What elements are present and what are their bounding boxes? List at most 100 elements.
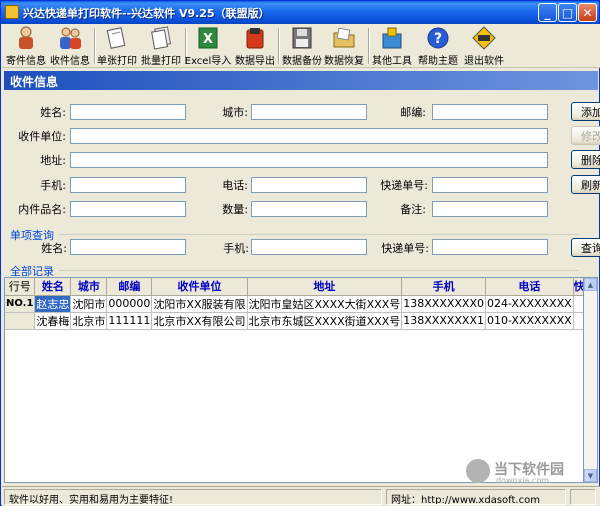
- watermark-subtext: downxia.com: [496, 476, 550, 485]
- column-header-address[interactable]: 地址: [247, 278, 403, 296]
- note-input[interactable]: [432, 201, 548, 217]
- table-row[interactable]: NO.1 赵志忠 沈阳市 000000 沈阳市XX服装有限 沈阳市皇姑区XXXX…: [5, 295, 583, 313]
- column-header-tracking[interactable]: 快递单号: [573, 278, 583, 296]
- folder-icon: [331, 26, 357, 50]
- column-header-company[interactable]: 收件单位: [151, 278, 248, 296]
- mobile-label: 手机:: [40, 179, 66, 192]
- vertical-scrollbar[interactable]: ▲ ▼: [584, 277, 598, 483]
- resize-grip[interactable]: [570, 489, 596, 505]
- column-header-mobile[interactable]: 手机: [401, 278, 486, 296]
- minimize-button[interactable]: _: [538, 3, 557, 22]
- app-icon: [5, 5, 19, 19]
- table-header-row: 行号 姓名 城市 邮编 收件单位 地址 手机 电话 快递单号: [5, 278, 583, 296]
- table-cell[interactable]: 010-XXXXXXXX: [485, 312, 574, 330]
- close-button[interactable]: ✕: [578, 3, 597, 22]
- column-header-city[interactable]: 城市: [70, 278, 108, 296]
- table-cell[interactable]: 沈阳市皇姑区XXXX大街XXX号: [247, 295, 403, 313]
- records-grid[interactable]: 行号 姓名 城市 邮编 收件单位 地址 手机 电话 快递单号 NO.1 赵志忠 …: [4, 277, 584, 483]
- table-cell[interactable]: 北京市东城区XXXX街道XXX号: [247, 312, 403, 330]
- excel-import-button[interactable]: X Excel导入: [185, 26, 231, 67]
- single-print-label: 单张打印: [97, 56, 137, 67]
- title-bar[interactable]: 兴达快递单打印软件--兴达软件 V9.25（联盟版） _ □ ✕: [1, 1, 599, 24]
- sender-info-label: 寄件信息: [6, 56, 46, 67]
- toolbar-separator: [94, 28, 96, 64]
- table-cell[interactable]: [573, 295, 583, 313]
- table-cell[interactable]: 沈阳市: [70, 295, 108, 313]
- phone-input[interactable]: [251, 177, 367, 193]
- records-group-divider: [59, 270, 579, 271]
- query-name-label: 姓名:: [41, 242, 67, 255]
- receiver-info-button[interactable]: 收件信息: [49, 26, 91, 67]
- tracking-label: 快递单号:: [380, 179, 428, 192]
- records-table: 行号 姓名 城市 邮编 收件单位 地址 手机 电话 快递单号 NO.1 赵志忠 …: [5, 278, 583, 330]
- other-tools-label: 其他工具: [372, 56, 412, 67]
- data-backup-button[interactable]: 数据备份: [282, 26, 322, 67]
- scroll-up-arrow-icon[interactable]: ▲: [584, 278, 597, 291]
- data-backup-label: 数据备份: [282, 56, 322, 67]
- data-export-button[interactable]: 数据导出: [235, 26, 275, 67]
- qty-input[interactable]: [251, 201, 367, 217]
- query-mobile-input[interactable]: [251, 239, 367, 255]
- status-bar: 软件以好用、实用和易用为主要特征! 网址：http://www.xdasoft.…: [2, 486, 600, 506]
- table-cell[interactable]: 138XXXXXXX0: [401, 295, 486, 313]
- exit-button[interactable]: 退出软件: [464, 26, 504, 67]
- help-label: 帮助主题: [418, 56, 458, 67]
- query-button[interactable]: 查询: [571, 238, 600, 257]
- query-name-input[interactable]: [70, 239, 186, 255]
- name-input[interactable]: [70, 104, 186, 120]
- table-cell[interactable]: 000000: [106, 295, 153, 313]
- add-button[interactable]: 添加: [571, 102, 600, 121]
- table-cell[interactable]: 北京市XX有限公司: [151, 312, 248, 330]
- table-cell[interactable]: 138XXXXXXX1: [401, 312, 486, 330]
- refresh-button[interactable]: 刷新: [571, 175, 600, 194]
- batch-print-button[interactable]: 批量打印: [140, 26, 182, 67]
- tracking-input[interactable]: [432, 177, 548, 193]
- toolbar-separator: [278, 28, 280, 64]
- qty-label: 数量:: [222, 203, 248, 216]
- other-tools-button[interactable]: 其他工具: [372, 26, 412, 67]
- maximize-button[interactable]: □: [558, 3, 577, 22]
- row-number: NO.1: [5, 295, 36, 313]
- column-header-zip[interactable]: 邮编: [106, 278, 153, 296]
- download-arrow-icon: [466, 459, 490, 483]
- sender-info-button[interactable]: 寄件信息: [5, 26, 47, 67]
- batch-print-icon: [148, 26, 174, 50]
- table-cell[interactable]: 赵志忠: [34, 295, 72, 313]
- column-header-phone[interactable]: 电话: [485, 278, 574, 296]
- query-tracking-input[interactable]: [432, 239, 548, 255]
- help-icon: ?: [425, 26, 451, 50]
- table-cell[interactable]: 沈春梅: [34, 312, 72, 330]
- item-input[interactable]: [70, 201, 186, 217]
- address-input[interactable]: [70, 152, 548, 168]
- single-print-button[interactable]: 单张打印: [97, 26, 137, 67]
- app-window: 兴达快递单打印软件--兴达软件 V9.25（联盟版） _ □ ✕ 寄件信息 收件…: [0, 0, 600, 506]
- city-label: 城市:: [222, 106, 248, 119]
- edit-button[interactable]: 修改: [571, 126, 600, 145]
- column-header-name[interactable]: 姓名: [34, 278, 72, 296]
- exit-sign-icon: [471, 26, 497, 50]
- table-cell[interactable]: 北京市: [70, 312, 108, 330]
- zip-input[interactable]: [432, 104, 548, 120]
- help-button[interactable]: ? 帮助主题: [418, 26, 458, 67]
- data-restore-label: 数据恢复: [324, 56, 364, 67]
- status-url: 网址：http://www.xdasoft.com: [386, 489, 566, 505]
- row-number: [5, 312, 36, 330]
- delete-button[interactable]: 删除: [571, 150, 600, 169]
- data-export-label: 数据导出: [235, 56, 275, 67]
- query-mobile-label: 手机:: [223, 242, 249, 255]
- table-cell[interactable]: [573, 312, 583, 330]
- note-label: 备注:: [400, 203, 426, 216]
- table-cell[interactable]: 111111: [106, 312, 153, 330]
- data-restore-button[interactable]: 数据恢复: [324, 26, 364, 67]
- table-cell[interactable]: 沈阳市XX服装有限: [151, 295, 248, 313]
- svg-text:X: X: [203, 32, 213, 47]
- company-input[interactable]: [70, 128, 548, 144]
- company-label: 收件单位:: [18, 130, 66, 143]
- table-row[interactable]: 沈春梅 北京市 111111 北京市XX有限公司 北京市东城区XXXX街道XXX…: [5, 312, 583, 330]
- table-cell[interactable]: 024-XXXXXXXX: [485, 295, 574, 313]
- receiver-info-label: 收件信息: [50, 56, 90, 67]
- city-input[interactable]: [251, 104, 367, 120]
- mobile-input[interactable]: [70, 177, 186, 193]
- name-label: 姓名:: [40, 106, 66, 119]
- window-title: 兴达快递单打印软件--兴达软件 V9.25（联盟版）: [23, 7, 270, 20]
